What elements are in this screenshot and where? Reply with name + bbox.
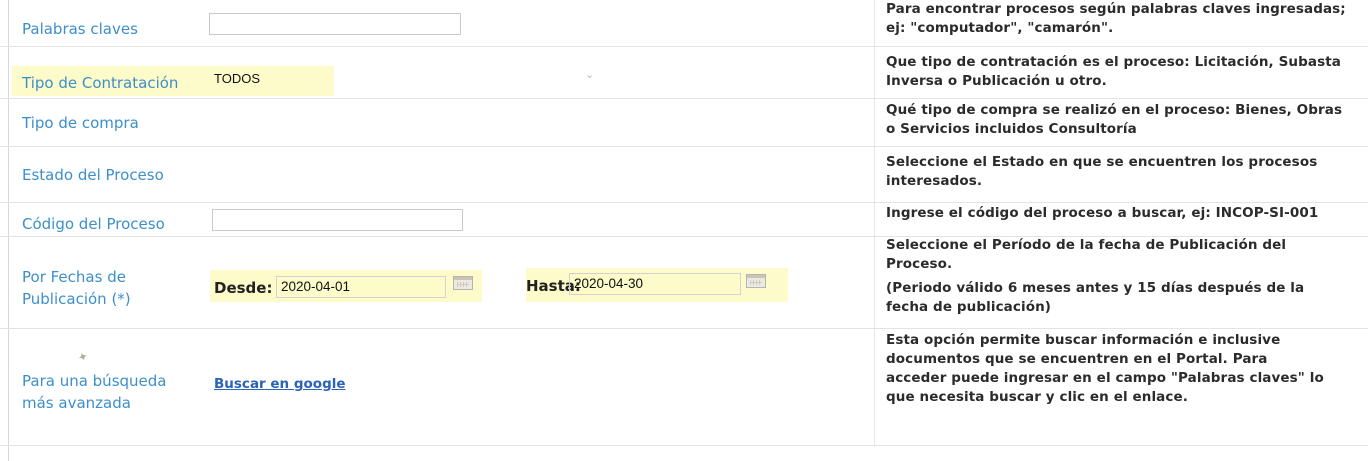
codigo-proceso-description: Ingrese el código del proceso a buscar, … <box>886 205 1319 221</box>
calendar-icon[interactable] <box>453 276 473 290</box>
estado-proceso-description: Seleccione el Estado en que se encuentre… <box>886 154 1318 189</box>
fechas-label-line1: Por Fechas de <box>22 268 126 286</box>
chevron-down-icon[interactable]: ⌄ <box>585 68 594 81</box>
fechas-description-line2: (Periodo válido 6 meses antes y 15 días … <box>886 280 1305 315</box>
codigo-proceso-label: Código del Proceso <box>22 215 165 233</box>
desde-label: Desde: <box>214 279 273 297</box>
estado-proceso-label: Estado del Proceso <box>22 166 164 184</box>
search-form: Palabras claves Para encontrar procesos … <box>0 0 1368 461</box>
palabras-claves-label: Palabras claves <box>22 20 138 38</box>
palabras-claves-description: Para encontrar procesos según palabras c… <box>886 1 1346 36</box>
tipo-contratacion-description: Que tipo de contratación es el proceso: … <box>886 54 1341 89</box>
hasta-date-input[interactable]: 2020-04-30 <box>569 273 741 295</box>
fechas-description-line1: Seleccione el Período de la fecha de Pub… <box>886 237 1287 272</box>
desde-date-input[interactable]: 2020-04-01 <box>276 276 446 298</box>
busqueda-avanzada-label-line1: Para una búsqueda <box>22 372 167 390</box>
tipo-compra-label: Tipo de compra <box>22 114 139 132</box>
tipo-compra-description: Qué tipo de compra se realizó en el proc… <box>886 102 1343 137</box>
tipo-contratacion-label: Tipo de Contratación <box>22 74 179 92</box>
busqueda-avanzada-description: Esta opción permite buscar información e… <box>886 332 1324 405</box>
fechas-label-line2: Publicación (*) <box>22 290 131 308</box>
codigo-proceso-input[interactable] <box>212 209 463 231</box>
palabras-claves-input[interactable] <box>209 13 461 35</box>
busqueda-avanzada-label-line2: más avanzada <box>22 394 131 412</box>
calendar-icon[interactable] <box>746 274 766 288</box>
buscar-en-google-link[interactable]: Buscar en google <box>214 376 346 392</box>
tipo-contratacion-select[interactable]: TODOS <box>210 68 598 90</box>
